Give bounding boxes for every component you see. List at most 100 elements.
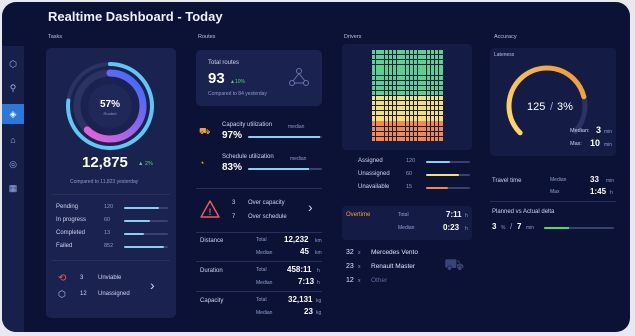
driver-cell bbox=[435, 95, 439, 101]
driver-cell bbox=[426, 60, 430, 65]
driver-cell bbox=[393, 65, 397, 70]
gauge-percent: 3% bbox=[557, 101, 573, 113]
routes-delta: ▲10% bbox=[230, 79, 245, 85]
unviable-label: Unviable bbox=[98, 275, 122, 281]
vehicle-unit: x bbox=[358, 278, 361, 284]
duration-total-unit: h bbox=[317, 268, 320, 274]
vehicle-count: 23 bbox=[346, 263, 354, 270]
driver-cell bbox=[393, 60, 397, 65]
network-icon bbox=[289, 68, 309, 86]
driver-cell bbox=[439, 60, 443, 65]
driver-legend-label: Unavailable bbox=[358, 184, 390, 190]
driver-cell bbox=[414, 55, 418, 60]
driver-cell bbox=[418, 126, 422, 131]
driver-cell bbox=[418, 70, 422, 75]
driver-cell bbox=[388, 116, 393, 121]
driver-cell bbox=[426, 116, 430, 121]
map-icon[interactable]: ▦ bbox=[2, 178, 24, 198]
driver-cell bbox=[372, 131, 376, 136]
driver-cell bbox=[439, 106, 443, 111]
vehicle-count: 32 bbox=[346, 249, 354, 256]
driver-cell bbox=[418, 85, 422, 90]
driver-cell bbox=[380, 101, 384, 106]
max-label: Max: bbox=[570, 141, 582, 147]
driver-cell bbox=[393, 70, 397, 75]
driver-cell bbox=[397, 50, 401, 55]
capacity-util-value: 97% bbox=[222, 130, 243, 141]
driver-cell bbox=[439, 65, 443, 70]
section-label-accuracy: Accuracy bbox=[494, 34, 517, 40]
driver-cell bbox=[372, 60, 376, 65]
duration-total-label: Total bbox=[256, 267, 267, 273]
capacity-util-sub: median bbox=[288, 124, 305, 130]
driver-cell bbox=[401, 60, 405, 65]
driver-cell bbox=[435, 50, 439, 55]
driver-cell bbox=[422, 126, 426, 131]
driver-cell bbox=[393, 121, 397, 126]
driver-legend-bar bbox=[426, 187, 470, 189]
driver-cell bbox=[409, 126, 414, 131]
driver-cell bbox=[439, 75, 443, 80]
driver-cell bbox=[422, 85, 426, 90]
driver-cell bbox=[393, 75, 397, 80]
task-status-value: 852 bbox=[104, 243, 114, 249]
driver-cell bbox=[430, 80, 435, 85]
driver-cell bbox=[376, 116, 380, 121]
driver-cell bbox=[418, 55, 422, 60]
driver-legend-label: Unassigned bbox=[358, 171, 390, 177]
driver-cell bbox=[405, 50, 409, 55]
tag-icon[interactable]: ◈ bbox=[2, 104, 24, 124]
driver-cell bbox=[409, 75, 414, 80]
capacity-median-unit: kg bbox=[316, 310, 322, 316]
store-icon[interactable]: ⌂ bbox=[2, 130, 24, 150]
driver-cell bbox=[372, 75, 376, 80]
driver-cell bbox=[372, 101, 376, 106]
vehicle-name: Renault Master bbox=[371, 263, 416, 270]
driver-cell bbox=[376, 60, 380, 65]
driver-cell bbox=[388, 85, 393, 90]
divider bbox=[196, 291, 322, 292]
driver-cell bbox=[397, 126, 401, 131]
driver-cell bbox=[409, 101, 414, 106]
driver-cell bbox=[388, 75, 393, 80]
duration-label: Duration bbox=[200, 268, 223, 274]
chevron-right-icon[interactable]: › bbox=[150, 277, 155, 293]
driver-cell bbox=[426, 70, 430, 75]
overtime-total-label: Total bbox=[398, 212, 409, 218]
driver-cell bbox=[372, 50, 376, 55]
routes-icon[interactable]: ⚲ bbox=[2, 78, 24, 98]
schedule-util-value: 83% bbox=[222, 162, 243, 173]
total-routes-value: 93 bbox=[208, 70, 225, 87]
driver-cell bbox=[405, 111, 409, 116]
chevron-right-icon[interactable]: › bbox=[308, 199, 313, 215]
driver-cell bbox=[439, 85, 443, 90]
driver-cell bbox=[430, 75, 435, 80]
svg-text:/: / bbox=[550, 101, 554, 113]
driver-cell bbox=[426, 85, 430, 90]
total-routes-card: Total routes 93 ▲10% Compared to 84 yest… bbox=[196, 50, 322, 106]
driver-cell bbox=[388, 90, 393, 96]
duration-total: 458:11 bbox=[287, 265, 312, 274]
travel-median: 33 bbox=[590, 175, 599, 184]
max-unit: min bbox=[604, 142, 613, 148]
task-status-label: Completed bbox=[56, 230, 86, 236]
van-icon: ⛟ bbox=[444, 257, 465, 274]
driver-cell bbox=[393, 55, 397, 60]
driver-cell bbox=[409, 65, 414, 70]
compass-icon[interactable]: ◎ bbox=[2, 154, 24, 174]
driver-cell bbox=[384, 50, 388, 55]
driver-cell bbox=[430, 90, 435, 96]
driver-cell bbox=[435, 116, 439, 121]
driver-cell bbox=[401, 136, 405, 141]
box-icon[interactable]: ⬡ bbox=[2, 54, 24, 74]
driver-cell bbox=[397, 136, 401, 141]
driver-cell bbox=[393, 136, 397, 141]
driver-cell bbox=[430, 101, 435, 106]
driver-cell bbox=[418, 90, 422, 96]
lateness-panel: Lateness 125 / 3% Median: 3 min Max: 10 … bbox=[490, 48, 616, 156]
driver-cell bbox=[409, 80, 414, 85]
travel-max: 1:45 bbox=[590, 187, 607, 196]
driver-cell bbox=[388, 101, 393, 106]
driver-cell bbox=[435, 106, 439, 111]
driver-cell bbox=[430, 50, 435, 55]
